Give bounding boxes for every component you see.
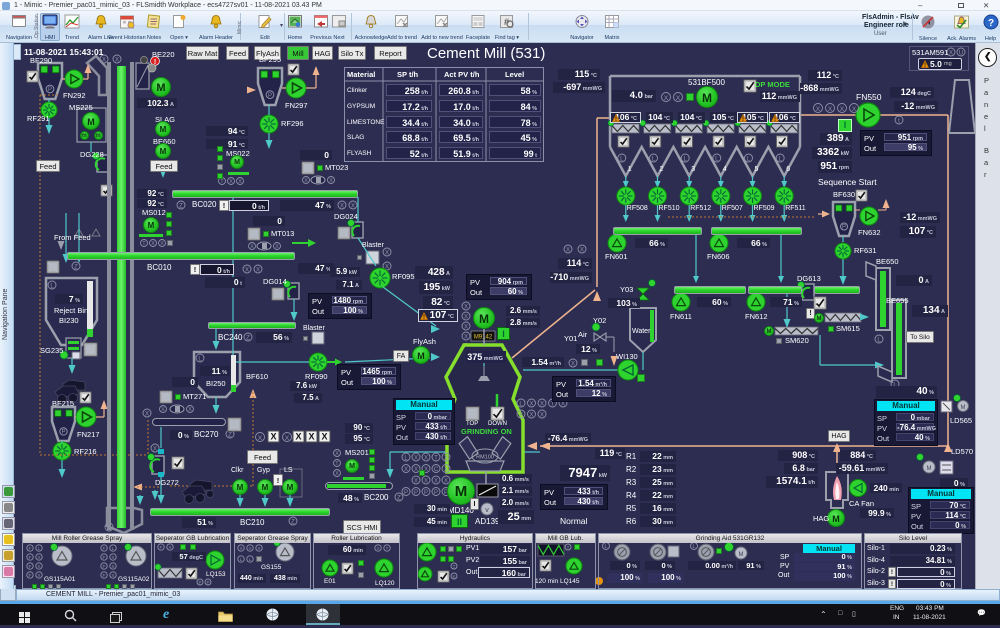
svg-text:X: X <box>464 324 468 330</box>
svg-text:X: X <box>245 267 249 273</box>
svg-text:X: X <box>540 401 544 407</box>
svg-text:T: T <box>551 401 555 407</box>
svg-text:X: X <box>840 106 845 113</box>
svg-text:X: X <box>529 401 533 407</box>
svg-text:X: X <box>676 95 681 102</box>
svg-text:X: X <box>238 179 242 185</box>
svg-text:X: X <box>464 304 468 310</box>
svg-text:M: M <box>927 466 932 472</box>
svg-text:X: X <box>229 179 233 185</box>
svg-text:!: ! <box>423 314 425 319</box>
svg-text:X: X <box>580 247 584 253</box>
svg-text:X: X <box>816 106 821 113</box>
svg-text:P: P <box>434 490 438 496</box>
svg-text:X: X <box>529 412 533 418</box>
svg-text:X: X <box>329 178 333 184</box>
svg-text:RM100: RM100 <box>476 455 494 461</box>
svg-text:?: ? <box>987 18 993 29</box>
svg-text:X: X <box>424 478 428 484</box>
svg-text:X: X <box>321 432 327 442</box>
svg-text:M: M <box>961 405 966 411</box>
svg-text:X: X <box>153 446 157 452</box>
svg-text:v: v <box>485 507 489 514</box>
svg-text:X: X <box>285 435 290 442</box>
svg-text:X: X <box>414 467 418 473</box>
svg-text:C: C <box>434 467 439 473</box>
svg-text:P: P <box>268 93 272 99</box>
svg-text:X: X <box>571 361 575 367</box>
svg-text:X: X <box>540 412 544 418</box>
svg-text:X: X <box>270 432 276 442</box>
svg-text:X: X <box>351 203 355 209</box>
svg-text:X: X <box>115 57 119 63</box>
svg-text:X: X <box>464 334 468 340</box>
svg-text:X: X <box>335 471 339 477</box>
svg-text:X: X <box>295 432 301 442</box>
svg-text:X: X <box>434 478 438 484</box>
svg-text:X: X <box>561 401 565 407</box>
svg-text:X: X <box>275 244 279 250</box>
svg-text:X: X <box>414 478 418 484</box>
svg-text:X: X <box>188 407 192 413</box>
svg-text:X: X <box>308 432 314 442</box>
svg-text:X: X <box>340 203 344 209</box>
svg-text:Z: Z <box>179 203 183 209</box>
svg-text:P: P <box>61 430 65 436</box>
svg-text:Z: Z <box>74 264 78 270</box>
svg-text:!: ! <box>742 116 744 121</box>
svg-text:X: X <box>404 467 408 473</box>
svg-text:X: X <box>151 241 155 247</box>
svg-text:P: P <box>842 225 846 231</box>
svg-text:X: X <box>160 241 164 247</box>
svg-text:P: P <box>414 490 418 496</box>
svg-text:X: X <box>414 455 418 461</box>
svg-text:!: ! <box>615 116 617 121</box>
svg-text:T: T <box>434 455 438 461</box>
svg-text:Z: Z <box>397 495 401 501</box>
svg-text:Z: Z <box>291 519 295 525</box>
svg-text:P: P <box>404 490 408 496</box>
svg-text:X: X <box>444 455 448 461</box>
svg-text:X: X <box>464 314 468 320</box>
svg-text:X: X <box>566 247 570 253</box>
svg-text:X: X <box>424 455 428 461</box>
svg-text:X: X <box>444 478 448 484</box>
svg-text:X: X <box>664 95 669 102</box>
svg-text:P: P <box>424 490 428 496</box>
svg-text:Z: Z <box>228 432 232 438</box>
svg-text:X: X <box>145 411 149 417</box>
svg-text:X: X <box>304 178 308 184</box>
svg-text:!: ! <box>924 63 926 68</box>
svg-text:P: P <box>48 87 52 93</box>
svg-text:X: X <box>444 467 448 473</box>
svg-text:X: X <box>161 407 165 413</box>
svg-text:X: X <box>250 244 254 250</box>
svg-text:X: X <box>335 451 339 457</box>
svg-text:X: X <box>102 57 106 63</box>
svg-text:!: ! <box>774 116 776 121</box>
svg-text:X: X <box>828 106 833 113</box>
svg-text:X: X <box>519 412 523 418</box>
svg-text:Z: Z <box>246 335 250 341</box>
svg-text:X: X <box>256 267 260 273</box>
svg-text:X: X <box>852 106 857 113</box>
svg-text:X: X <box>258 435 263 442</box>
svg-text:X: X <box>385 250 389 256</box>
